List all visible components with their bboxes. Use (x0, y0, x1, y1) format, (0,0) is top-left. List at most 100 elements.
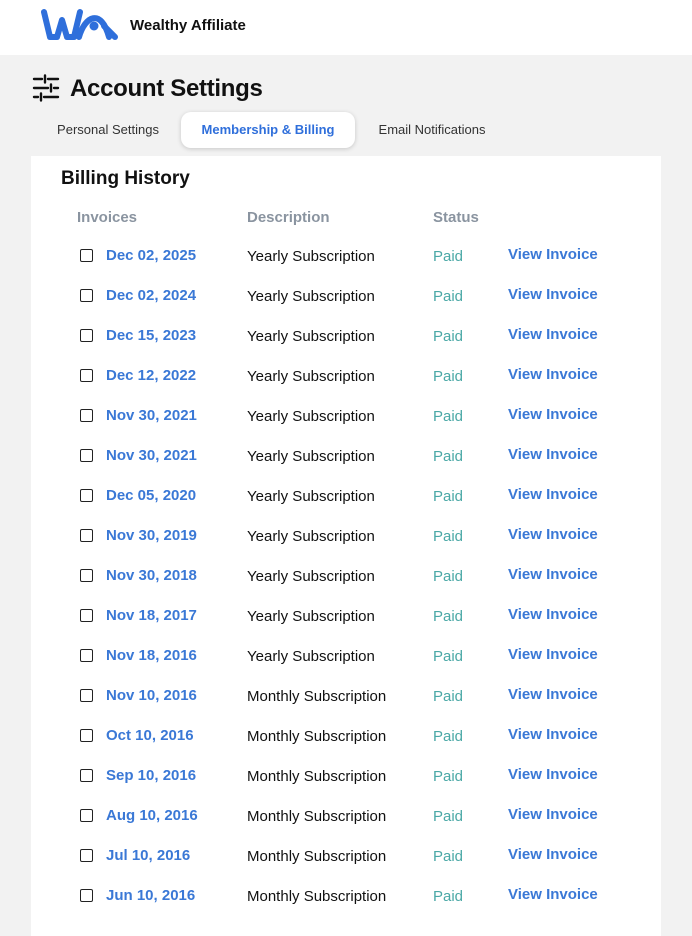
view-invoice-link[interactable]: View Invoice (508, 486, 598, 503)
status-badge: Paid (433, 888, 464, 905)
billing-history-card: Billing History Invoices Description Sta… (31, 156, 661, 936)
table-row: Dec 15, 2023 Yearly Subscription Paid View … (31, 317, 661, 357)
view-invoice-link[interactable]: View Invoice (508, 646, 598, 663)
table-row: Dec 02, 2025 Yearly Subscription Paid View … (31, 237, 661, 277)
invoice-description: Monthly Subscription (247, 848, 387, 865)
view-invoice-link[interactable]: View Invoice (508, 606, 598, 623)
billing-history-title: Billing History (61, 168, 190, 189)
invoice-date-link[interactable]: Dec 15, 2023 (106, 327, 196, 344)
status-badge: Paid (433, 768, 464, 785)
invoice-description: Yearly Subscription (247, 608, 375, 625)
status-badge: Paid (433, 488, 464, 505)
invoice-date-link[interactable]: Dec 02, 2025 (106, 247, 196, 264)
status-badge: Paid (433, 608, 464, 625)
row-checkbox[interactable] (80, 769, 93, 782)
table-row: Dec 05, 2020 Yearly Subscription Paid View … (31, 477, 661, 517)
invoice-description: Yearly Subscription (247, 288, 375, 305)
invoice-description: Yearly Subscription (247, 368, 375, 385)
view-invoice-link[interactable]: View Invoice (508, 366, 598, 383)
row-checkbox[interactable] (80, 609, 93, 622)
invoice-date-link[interactable]: Nov 18, 2017 (106, 607, 197, 624)
invoice-date-link[interactable]: Jun 10, 2016 (106, 887, 195, 904)
invoice-date-link[interactable]: Dec 05, 2020 (106, 487, 196, 504)
view-invoice-link[interactable]: View Invoice (508, 766, 598, 783)
invoice-date-link[interactable]: Nov 18, 2016 (106, 647, 197, 664)
invoice-date-link[interactable]: Dec 12, 2022 (106, 367, 196, 384)
view-invoice-link[interactable]: View Invoice (508, 806, 598, 823)
table-row: Nov 30, 2021 Yearly Subscription Paid View … (31, 437, 661, 477)
invoice-description: Yearly Subscription (247, 648, 375, 665)
invoice-date-link[interactable]: Nov 30, 2018 (106, 567, 197, 584)
column-header-invoices: Invoices (77, 209, 138, 226)
invoice-description: Yearly Subscription (247, 448, 375, 465)
view-invoice-link[interactable]: View Invoice (508, 686, 598, 703)
table-row: Oct 10, 2016 Monthly Subscription Paid View… (31, 717, 661, 757)
invoice-date-link[interactable]: Aug 10, 2016 (106, 807, 198, 824)
tab-personal-settings[interactable]: Personal Settings (40, 112, 176, 148)
status-badge: Paid (433, 728, 464, 745)
invoice-description: Yearly Subscription (247, 248, 375, 265)
row-checkbox[interactable] (80, 289, 93, 302)
invoice-date-link[interactable]: Dec 02, 2024 (106, 287, 196, 304)
status-badge: Paid (433, 288, 464, 305)
table-row: Nov 18, 2016 Yearly Subscription Paid View … (31, 637, 661, 677)
view-invoice-link[interactable]: View Invoice (508, 886, 598, 903)
view-invoice-link[interactable]: View Invoice (508, 726, 598, 743)
row-checkbox[interactable] (80, 689, 93, 702)
top-bar: Wealthy Affiliate (0, 0, 692, 55)
table-row: Dec 12, 2022 Yearly Subscription Paid View … (31, 357, 661, 397)
status-badge: Paid (433, 448, 464, 465)
row-checkbox[interactable] (80, 889, 93, 902)
invoice-description: Monthly Subscription (247, 768, 387, 785)
table-row: Jul 10, 2016 Monthly Subscription Paid View… (31, 837, 661, 877)
table-row: Nov 30, 2018 Yearly Subscription Paid View … (31, 557, 661, 597)
status-badge: Paid (433, 808, 464, 825)
row-checkbox[interactable] (80, 569, 93, 582)
table-row: Sep 10, 2016 Monthly Subscription Paid View… (31, 757, 661, 797)
status-badge: Paid (433, 648, 464, 665)
settings-sliders-icon (32, 74, 60, 102)
table-row: Dec 02, 2024 Yearly Subscription Paid View … (31, 277, 661, 317)
invoice-date-link[interactable]: Nov 30, 2021 (106, 447, 197, 464)
invoice-description: Yearly Subscription (247, 488, 375, 505)
row-checkbox[interactable] (80, 369, 93, 382)
invoice-date-link[interactable]: Nov 10, 2016 (106, 687, 197, 704)
row-checkbox[interactable] (80, 849, 93, 862)
invoice-date-link[interactable]: Nov 30, 2019 (106, 527, 197, 544)
view-invoice-link[interactable]: View Invoice (508, 446, 598, 463)
brand-name: Wealthy Affiliate (130, 17, 246, 34)
row-checkbox[interactable] (80, 249, 93, 262)
view-invoice-link[interactable]: View Invoice (508, 286, 598, 303)
invoice-description: Yearly Subscription (247, 328, 375, 345)
invoice-date-link[interactable]: Jul 10, 2016 (106, 847, 190, 864)
view-invoice-link[interactable]: View Invoice (508, 846, 598, 863)
row-checkbox[interactable] (80, 409, 93, 422)
row-checkbox[interactable] (80, 529, 93, 542)
view-invoice-link[interactable]: View Invoice (508, 246, 598, 263)
status-badge: Paid (433, 848, 464, 865)
tab-email-notifications[interactable]: Email Notifications (362, 112, 502, 148)
view-invoice-link[interactable]: View Invoice (508, 326, 598, 343)
status-badge: Paid (433, 528, 464, 545)
row-checkbox[interactable] (80, 449, 93, 462)
view-invoice-link[interactable]: View Invoice (508, 526, 598, 543)
invoice-date-link[interactable]: Oct 10, 2016 (106, 727, 194, 744)
invoice-date-link[interactable]: Nov 30, 2021 (106, 407, 197, 424)
row-checkbox[interactable] (80, 649, 93, 662)
invoice-date-link[interactable]: Sep 10, 2016 (106, 767, 196, 784)
view-invoice-link[interactable]: View Invoice (508, 406, 598, 423)
invoice-description: Monthly Subscription (247, 888, 387, 905)
view-invoice-link[interactable]: View Invoice (508, 566, 598, 583)
table-row: Nov 30, 2019 Yearly Subscription Paid View … (31, 517, 661, 557)
row-checkbox[interactable] (80, 329, 93, 342)
status-badge: Paid (433, 568, 464, 585)
tab-membership-billing[interactable]: Membership & Billing (181, 112, 355, 148)
row-checkbox[interactable] (80, 729, 93, 742)
invoice-description: Yearly Subscription (247, 408, 375, 425)
column-header-description: Description (247, 209, 330, 226)
row-checkbox[interactable] (80, 489, 93, 502)
wa-logo-icon[interactable] (41, 8, 119, 42)
row-checkbox[interactable] (80, 809, 93, 822)
status-badge: Paid (433, 328, 464, 345)
table-row: Nov 30, 2021 Yearly Subscription Paid View … (31, 397, 661, 437)
